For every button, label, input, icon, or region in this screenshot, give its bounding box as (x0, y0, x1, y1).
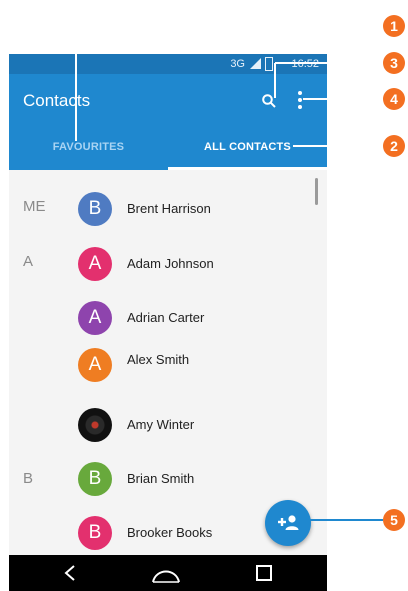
callout-4: 4 (383, 88, 405, 110)
callout-3: 3 (383, 52, 405, 74)
callout-1: 1 (383, 15, 405, 37)
callout-2: 2 (383, 135, 405, 157)
callout-5: 5 (383, 509, 405, 531)
callout-leader-lines (75, 25, 383, 521)
